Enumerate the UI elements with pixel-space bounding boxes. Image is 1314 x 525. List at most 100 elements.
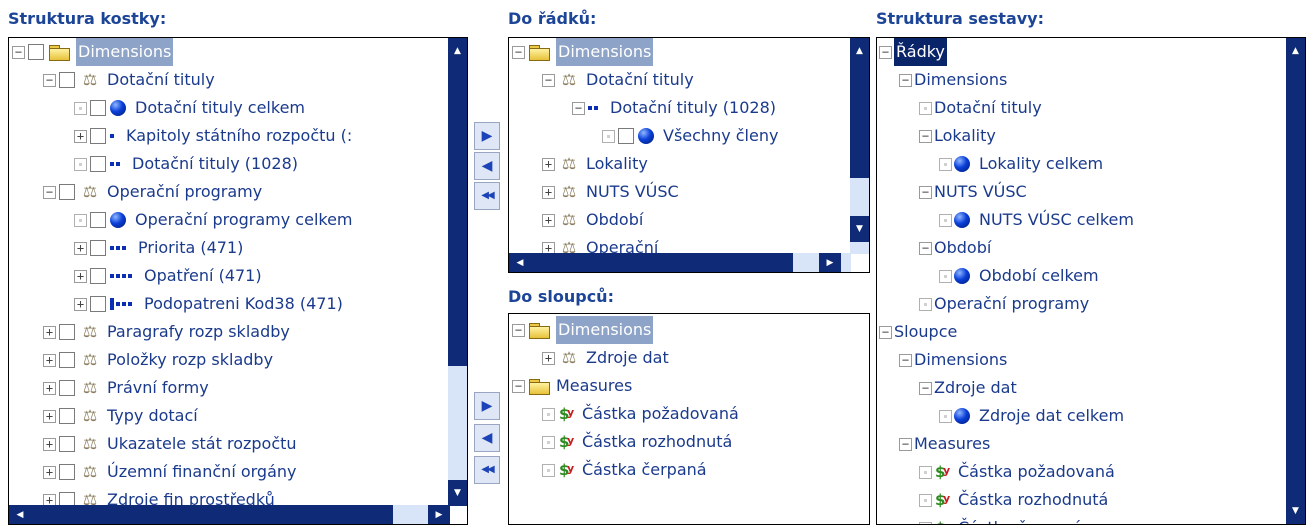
tree-node-label[interactable]: Sloupce — [894, 318, 957, 346]
cube-tree[interactable]: − Dimensions − ⚖ Dotační tituly Dotační titul… — [9, 38, 449, 506]
tree-node[interactable]: Částka požadovaná — [919, 457, 1115, 486]
remove-all-from-rows-button[interactable]: ◀◀ — [474, 182, 500, 210]
tree-node-label[interactable]: Lokality — [586, 150, 648, 178]
tree-node[interactable]: − Measures — [899, 430, 990, 458]
rows-tree[interactable]: − Dimensions − ⚖ Dotační tituly − Dotační titu… — [509, 38, 850, 254]
expand-icon[interactable]: + — [43, 409, 56, 423]
tree-node[interactable]: − ⚖ Operační programy — [43, 178, 262, 206]
tree-node[interactable]: − NUTS VÚSC — [919, 178, 1027, 206]
tree-node-label[interactable]: Ukazatele stát rozpočtu — [107, 430, 297, 458]
collapse-icon[interactable]: − — [879, 325, 892, 339]
rows-vertical-scrollbar[interactable]: ▲ ▼ — [850, 38, 869, 254]
tree-node[interactable]: Všechny členy — [602, 122, 778, 150]
tree-node[interactable]: + ⚖ Územní finanční orgány — [43, 458, 297, 486]
tree-node[interactable]: + ⚖ Období — [542, 206, 643, 234]
scroll-up-button[interactable]: ▲ — [448, 38, 467, 64]
tree-node[interactable]: Částka čerpaná — [542, 455, 707, 484]
report-tree[interactable]: − Řádky − Dimensions Dotační tituly − Lokality… — [877, 38, 1286, 524]
tree-node-label[interactable]: Measures — [556, 372, 632, 400]
scroll-thumb[interactable] — [448, 64, 467, 366]
tree-node[interactable]: Částka rozhodnutá — [919, 485, 1108, 514]
tree-node[interactable]: Dotační tituly celkem — [74, 94, 305, 122]
tree-node-label[interactable]: Lokality celkem — [979, 150, 1103, 178]
tree-node-label[interactable]: Řádky — [894, 38, 947, 66]
tree-node[interactable]: − Dimensions — [899, 346, 1007, 374]
tree-node-label[interactable]: Dimensions — [556, 316, 654, 344]
node-checkbox[interactable] — [59, 352, 75, 368]
collapse-icon[interactable]: − — [899, 73, 912, 87]
tree-node[interactable]: − Dimensions — [512, 38, 654, 66]
node-checkbox[interactable] — [28, 44, 44, 60]
node-checkbox[interactable] — [59, 436, 75, 452]
scroll-thumb-horizontal[interactable] — [531, 253, 793, 272]
tree-node-label[interactable]: Measures — [914, 430, 990, 458]
tree-node[interactable]: Dotační tituly — [919, 94, 1042, 122]
tree-node[interactable]: − Řádky — [879, 38, 947, 66]
tree-node-label[interactable]: Částka rozhodnutá — [958, 486, 1108, 514]
collapse-icon[interactable]: − — [512, 379, 525, 393]
tree-node[interactable]: + Podopatreni Kod38 (471) — [74, 290, 343, 318]
tree-node[interactable]: + Kapitoly státního rozpočtu (: — [74, 122, 352, 150]
scroll-up-button[interactable]: ▲ — [1286, 38, 1305, 64]
collapse-icon[interactable]: − — [512, 45, 525, 59]
tree-node-label[interactable]: Právní formy — [107, 374, 209, 402]
tree-node[interactable]: − Dimensions — [512, 316, 654, 344]
tree-node[interactable]: Lokality celkem — [939, 150, 1103, 178]
tree-node[interactable]: Operační programy celkem — [74, 206, 353, 234]
tree-node-label[interactable]: NUTS VÚSC — [586, 178, 679, 206]
tree-node[interactable]: − Lokality — [919, 122, 996, 150]
collapse-icon[interactable]: − — [43, 185, 56, 199]
tree-node[interactable]: Částka čerpaná — [919, 513, 1083, 524]
tree-node-label[interactable]: Dotační tituly — [107, 66, 215, 94]
tree-node[interactable]: + ⚖ Typy dotací — [43, 402, 198, 430]
tree-node[interactable]: − ⚖ Dotační tituly — [542, 66, 694, 94]
node-checkbox[interactable] — [618, 128, 634, 144]
expand-icon[interactable]: + — [542, 157, 555, 171]
add-to-rows-button[interactable]: ▶ — [474, 122, 500, 150]
tree-node[interactable]: − Dotační tituly (1028) — [572, 94, 776, 122]
collapse-icon[interactable]: − — [572, 101, 585, 115]
tree-node-label[interactable]: Částka požadovaná — [958, 458, 1115, 486]
tree-node-label[interactable]: Opatření (471) — [144, 262, 262, 290]
tree-node[interactable]: Období celkem — [939, 262, 1099, 290]
tree-node-label[interactable]: Dotační tituly — [934, 94, 1042, 122]
scroll-down-button[interactable]: ▼ — [1286, 498, 1305, 524]
tree-node[interactable]: + ⚖ Paragrafy rozp skladby — [43, 318, 290, 346]
collapse-icon[interactable]: − — [919, 241, 932, 255]
tree-node-label[interactable]: NUTS VÚSC celkem — [979, 206, 1134, 234]
tree-node[interactable]: − Dimensions — [12, 38, 174, 66]
tree-node[interactable]: + ⚖ Zdroje dat — [542, 344, 669, 372]
scroll-right-button[interactable]: ▶ — [428, 505, 450, 524]
tree-node-label[interactable]: Částka čerpaná — [582, 456, 707, 484]
node-checkbox[interactable] — [59, 464, 75, 480]
scroll-up-button[interactable]: ▲ — [850, 38, 869, 64]
tree-node-label[interactable]: Operační programy — [107, 178, 262, 206]
tree-node-label[interactable]: Období — [586, 206, 643, 234]
tree-node-label[interactable]: Dimensions — [556, 38, 654, 66]
tree-node[interactable]: − Období — [919, 234, 991, 262]
report-structure-panel[interactable]: − Řádky − Dimensions Dotační tituly − Lokality… — [876, 37, 1306, 525]
tree-node-label[interactable]: Zdroje dat celkem — [979, 402, 1124, 430]
cube-horizontal-scrollbar[interactable]: ◀ ▶ — [9, 505, 450, 524]
scroll-thumb[interactable] — [1286, 64, 1305, 498]
remove-all-from-columns-button[interactable]: ◀◀ — [474, 456, 500, 484]
tree-node-label[interactable]: Operační programy — [934, 290, 1089, 318]
collapse-icon[interactable]: − — [43, 73, 56, 87]
node-checkbox[interactable] — [59, 408, 75, 424]
expand-icon[interactable]: + — [43, 465, 56, 479]
tree-node-label[interactable]: Částka požadovaná — [582, 400, 739, 428]
tree-node[interactable]: + ⚖ Operační — [542, 234, 658, 254]
tree-node-label[interactable]: Položky rozp skladby — [107, 346, 273, 374]
tree-node-label[interactable]: Částka rozhodnutá — [582, 428, 732, 456]
tree-node[interactable]: NUTS VÚSC celkem — [939, 206, 1134, 234]
expand-icon[interactable]: + — [43, 353, 56, 367]
columns-tree[interactable]: − Dimensions+ ⚖ Zdroje dat − MeasuresČástka p… — [509, 314, 869, 524]
tree-node-label[interactable]: NUTS VÚSC — [934, 178, 1027, 206]
expand-icon[interactable]: + — [542, 213, 555, 227]
collapse-icon[interactable]: − — [512, 323, 525, 337]
node-checkbox[interactable] — [90, 240, 106, 256]
node-checkbox[interactable] — [90, 268, 106, 284]
tree-node-label[interactable]: Operační — [586, 234, 658, 254]
expand-icon[interactable]: + — [43, 437, 56, 451]
node-checkbox[interactable] — [90, 212, 106, 228]
